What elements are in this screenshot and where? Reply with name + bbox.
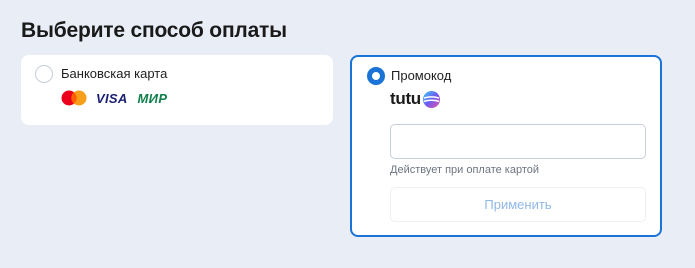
bank-card-radio[interactable]: [35, 65, 53, 83]
tutu-globe-icon: [422, 90, 440, 108]
page-title: Выберите способ оплаты: [21, 19, 287, 42]
promo-code-input[interactable]: [390, 124, 646, 159]
visa-logo: VISA: [96, 90, 128, 106]
payment-option-promo-code[interactable]: Промокод tutu Действует при оплате карто…: [350, 55, 662, 237]
payment-option-bank-card[interactable]: Банковская карта VISA МИР: [21, 55, 333, 125]
promo-code-label[interactable]: Промокод: [391, 68, 451, 83]
card-brand-logos: VISA МИР: [60, 89, 167, 107]
apply-promo-button[interactable]: Применить: [390, 187, 646, 222]
bank-card-label[interactable]: Банковская карта: [61, 66, 167, 81]
promo-code-radio[interactable]: [367, 67, 385, 85]
tutu-logo: tutu: [390, 89, 441, 109]
mir-logo: МИР: [137, 90, 168, 106]
promo-code-hint: Действует при оплате картой: [390, 164, 540, 176]
tutu-logo-text: tutu: [390, 89, 421, 108]
mastercard-logo-icon: [61, 90, 87, 106]
